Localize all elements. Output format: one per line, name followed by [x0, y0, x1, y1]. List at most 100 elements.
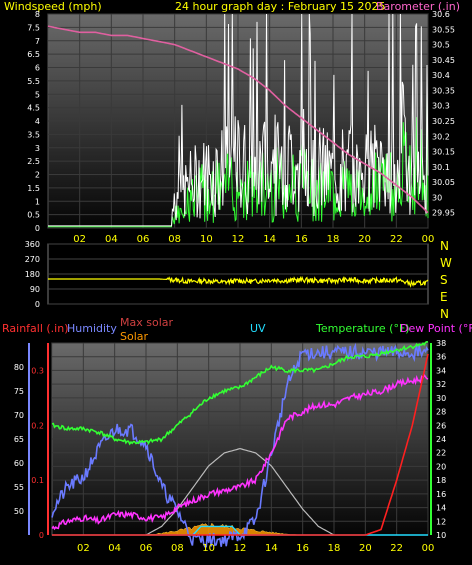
humidity-y-tick: 60 [14, 459, 24, 468]
temperature-label: Temperature (°F) [315, 322, 410, 335]
temperature-y-tick: 34 [436, 366, 446, 375]
temperature-y-tick: 10 [436, 531, 446, 540]
wind-y-tick: 2 [35, 171, 40, 180]
temperature-y-tick: 28 [436, 408, 446, 417]
humidity-y-ticks: 50 55 60 65 70 75 80 [14, 363, 24, 516]
barometer-y-tick: 30.35 [432, 86, 455, 95]
wind-y-tick: 5 [35, 90, 40, 99]
solar-label: Solar [120, 330, 149, 343]
temp-x-ticks: 02 04 06 08 10 12 14 16 18 20 22 00 [77, 543, 434, 554]
uv-label: UV [250, 322, 266, 335]
direction-y-tick: 180 [25, 270, 40, 279]
humidity-y-tick: 80 [14, 363, 24, 372]
temperature-y-tick: 24 [436, 435, 446, 444]
chart-title: 24 hour graph day : February 15 2025 [175, 0, 386, 13]
temperature-y-tick: 12 [436, 517, 446, 526]
compass-labels: N W S E N [440, 239, 452, 321]
wind-x-tick: 02 [73, 234, 86, 245]
temperature-y-tick: 20 [436, 462, 446, 471]
wind-x-tick: 06 [137, 234, 150, 245]
barometer-y-tick: 30.05 [432, 178, 455, 187]
barometer-y-tick: 30.55 [432, 25, 455, 34]
wind-y-tick: 4.5 [27, 104, 40, 113]
temperature-y-tick: 36 [436, 353, 446, 362]
wind-y-tick: 6.5 [27, 50, 40, 59]
compass-n-bottom: N [440, 307, 449, 321]
barometer-y-ticks: 29.95 30 30.05 30.1 30.15 30.2 30.25 30.3 30.35 3… [432, 10, 455, 218]
compass-n-top: N [440, 239, 449, 253]
direction-y-tick: 270 [25, 255, 40, 264]
compass-s: S [440, 273, 448, 287]
direction-y-tick: 360 [25, 240, 40, 249]
wind-y-tick: 7.5 [27, 23, 40, 32]
weather-graph: Windspeed (mph) 24 hour graph day : Febr… [0, 0, 472, 561]
temp-x-tick: 16 [296, 543, 309, 554]
temp-x-tick: 06 [140, 543, 153, 554]
barometer-y-tick: 30.15 [432, 148, 455, 157]
wind-x-tick: 12 [232, 234, 245, 245]
temperature-y-tick: 26 [436, 421, 446, 430]
temperature-y-tick: 38 [436, 339, 446, 348]
barometer-y-tick: 29.95 [432, 209, 455, 218]
wind-y-tick: 0 [35, 224, 40, 233]
wind-axis-label: Windspeed (mph) [4, 0, 102, 13]
max-solar-label: Max solar [120, 316, 173, 329]
temperature-y-tick: 18 [436, 476, 446, 485]
wind-y-ticks: 0 0.5 1 1.5 2 2.5 3 3.5 4 4.5 5 5.5 6 6.5 7 7.5 8 [27, 10, 40, 233]
compass-e: E [440, 290, 448, 304]
dew-point-label: Dew Point (°F) [400, 322, 472, 335]
temperature-y-tick: 22 [436, 449, 446, 458]
barometer-y-tick: 30 [432, 193, 442, 202]
direction-y-tick: 90 [30, 285, 40, 294]
weather-chart-svg: Windspeed (mph) 24 hour graph day : Febr… [2, 0, 472, 554]
temperature-y-ticks: 10 12 14 16 18 20 22 24 26 28 30 32 34 36 38 [436, 339, 446, 540]
wind-x-tick: 04 [105, 234, 118, 245]
wind-x-tick: 14 [263, 234, 276, 245]
wind-x-tick: 16 [295, 234, 308, 245]
temp-x-tick: 10 [202, 543, 215, 554]
temperature-y-tick: 14 [436, 504, 446, 513]
temp-x-tick: 08 [171, 543, 184, 554]
compass-w: W [440, 256, 452, 270]
wind-y-tick: 6 [35, 64, 40, 73]
wind-y-tick: 0.5 [27, 211, 40, 220]
temp-x-tick: 12 [234, 543, 247, 554]
wind-y-tick: 1.5 [27, 184, 40, 193]
wind-x-tick: 00 [422, 234, 435, 245]
temp-x-tick: 18 [328, 543, 341, 554]
wind-x-tick: 08 [168, 234, 181, 245]
direction-y-tick: 0 [35, 300, 40, 309]
direction-y-ticks: 0 90 180 270 360 [25, 240, 40, 309]
barometer-y-tick: 30.2 [432, 132, 450, 141]
humidity-y-tick: 65 [14, 435, 24, 444]
humidity-y-tick: 50 [14, 507, 24, 516]
wind-x-tick: 10 [200, 234, 213, 245]
rainfall-y-tick: 0.1 [31, 476, 44, 485]
wind-x-tick: 22 [390, 234, 403, 245]
wind-y-tick: 2.5 [27, 157, 40, 166]
temp-x-tick: 14 [265, 543, 278, 554]
wind-y-tick: 3.5 [27, 130, 40, 139]
humidity-y-tick: 55 [14, 483, 24, 492]
rainfall-label: Rainfall (.in) [2, 322, 69, 335]
humidity-y-tick: 75 [14, 387, 24, 396]
wind-x-tick: 18 [327, 234, 340, 245]
barometer-y-tick: 30.45 [432, 56, 455, 65]
wind-y-tick: 1 [35, 197, 40, 206]
barometer-y-tick: 30.3 [432, 102, 450, 111]
wind-y-tick: 4 [35, 117, 40, 126]
barometer-y-tick: 30.4 [432, 71, 450, 80]
temp-x-tick: 22 [390, 543, 403, 554]
wind-x-ticks: 02 04 06 08 10 12 14 16 18 20 22 00 [73, 234, 434, 245]
humidity-y-tick: 70 [14, 411, 24, 420]
temp-x-tick: 02 [77, 543, 90, 554]
humidity-label: Humidity [67, 322, 117, 335]
barometer-y-tick: 30.25 [432, 117, 455, 126]
rainfall-y-tick: 0.3 [31, 366, 44, 375]
wind-x-tick: 20 [358, 234, 371, 245]
wind-y-tick: 8 [35, 10, 40, 19]
rainfall-y-tick: 0.2 [31, 421, 44, 430]
barometer-y-tick: 30.1 [432, 163, 450, 172]
temperature-y-tick: 30 [436, 394, 446, 403]
barometer-y-tick: 30.5 [432, 41, 450, 50]
